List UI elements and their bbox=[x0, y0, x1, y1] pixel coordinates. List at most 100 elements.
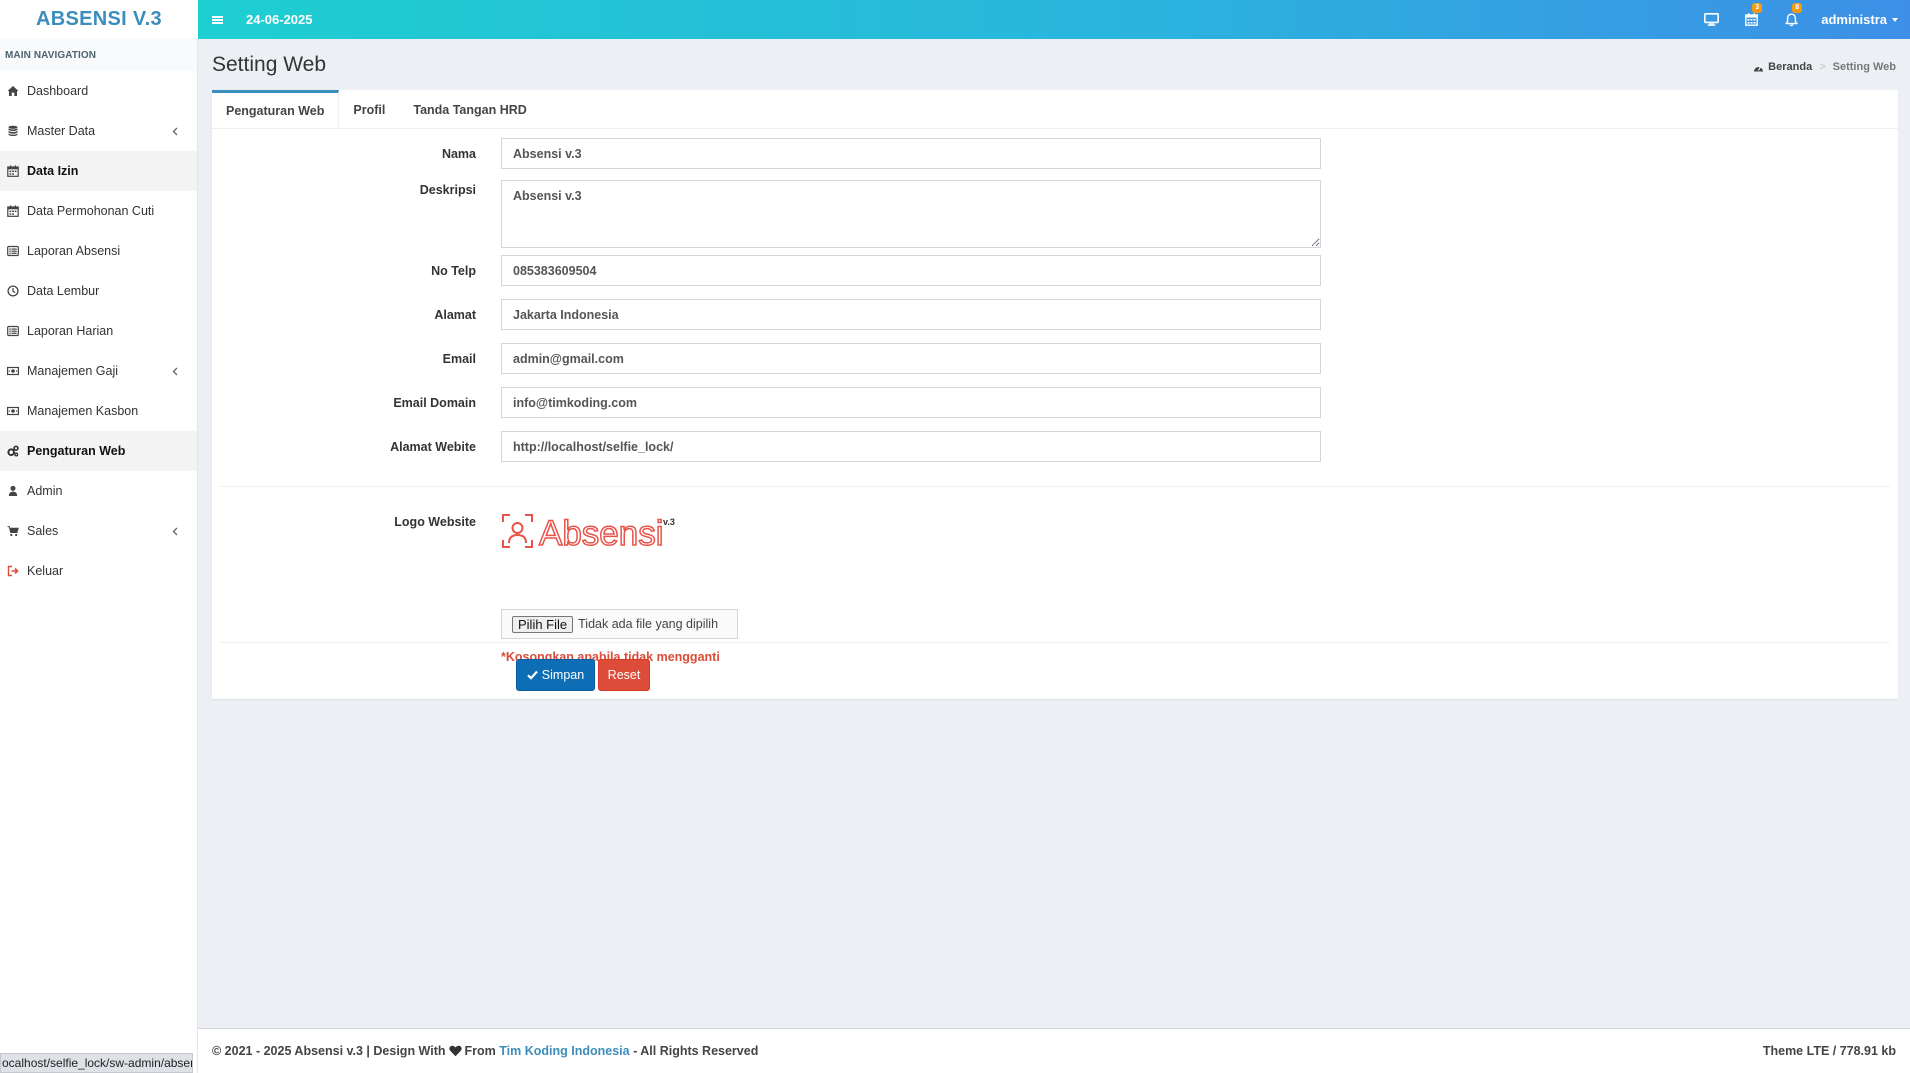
telp-input[interactable] bbox=[501, 255, 1321, 286]
top-header: ABSENSI V.3 24-06-2025 3 8 administra bbox=[0, 0, 1910, 39]
nama-input[interactable] bbox=[501, 138, 1321, 169]
choose-file-button[interactable]: Pilih File bbox=[512, 615, 574, 633]
gears-icon bbox=[6, 444, 20, 458]
bell-badge: 8 bbox=[1792, 3, 1803, 13]
footer-copyright: © 2021 - 2025 Absensi v.3 | Design With bbox=[212, 1044, 446, 1058]
sidebar-item-label: Laporan Absensi bbox=[27, 244, 121, 258]
sidebar: MAIN NAVIGATION Dashboard Master Data Da… bbox=[0, 39, 198, 1073]
breadcrumb-separator: > bbox=[1819, 61, 1826, 73]
tab-pengaturan-web[interactable]: Pengaturan Web bbox=[212, 90, 340, 129]
calendar-icon bbox=[6, 164, 20, 178]
navbar-right: 3 8 administra bbox=[1691, 0, 1910, 39]
tab-profil[interactable]: Profil bbox=[339, 90, 399, 129]
website-input[interactable] bbox=[501, 431, 1321, 462]
sidebar-item-master-data[interactable]: Master Data bbox=[0, 111, 197, 151]
sidebar-item-laporan-absensi[interactable]: Laporan Absensi bbox=[0, 231, 197, 271]
clock-icon bbox=[6, 284, 20, 298]
logo-label: Logo Website bbox=[394, 515, 476, 529]
sidebar-item-label: Dashboard bbox=[27, 84, 89, 98]
user-name: administra bbox=[1821, 12, 1887, 27]
breadcrumb: Beranda > Setting Web bbox=[1753, 61, 1896, 73]
save-button[interactable]: Simpan bbox=[516, 659, 595, 691]
sidebar-item-data-izin[interactable]: Data Izin bbox=[0, 151, 197, 191]
website-label: Alamat Webite bbox=[390, 440, 476, 454]
notification-button[interactable]: 8 bbox=[1771, 0, 1811, 39]
sidebar-item-keluar[interactable]: Keluar bbox=[0, 551, 197, 591]
reset-label: Reset bbox=[607, 668, 641, 682]
money-icon bbox=[6, 404, 20, 418]
user-icon bbox=[6, 484, 20, 498]
sidebar-item-label: Master Data bbox=[27, 124, 96, 138]
chevron-left-icon bbox=[170, 125, 180, 137]
form-divider bbox=[220, 486, 1890, 487]
calendar-notif-button[interactable]: 3 bbox=[1731, 0, 1771, 39]
check-icon bbox=[527, 670, 538, 680]
deskripsi-label: Deskripsi bbox=[419, 183, 476, 197]
alamat-input[interactable] bbox=[501, 299, 1321, 330]
chevron-left-icon bbox=[170, 525, 180, 537]
calendar-badge: 3 bbox=[1752, 3, 1763, 13]
calendar-icon bbox=[1744, 13, 1758, 26]
monitor-icon bbox=[1703, 13, 1719, 26]
alamat-label: Alamat bbox=[434, 308, 476, 322]
sidebar-item-label: Keluar bbox=[27, 564, 64, 578]
caret-down-icon bbox=[1892, 17, 1898, 22]
dashboard-icon bbox=[1754, 65, 1764, 71]
cart-icon bbox=[6, 524, 20, 538]
sidebar-item-label: Data Lembur bbox=[27, 284, 100, 298]
current-date: 24-06-2025 bbox=[246, 12, 313, 27]
sidebar-item-label: Data Permohonan Cuti bbox=[27, 204, 155, 218]
sign-out-icon bbox=[6, 564, 20, 578]
logo-version: v.3 bbox=[663, 517, 675, 527]
sidebar-item-admin[interactable]: Admin bbox=[0, 471, 197, 511]
email-domain-label: Email Domain bbox=[393, 396, 476, 410]
footer-link[interactable]: Tim Koding Indonesia bbox=[499, 1044, 629, 1058]
email-input[interactable] bbox=[501, 343, 1321, 374]
status-url-bar: ocalhost/selfie_lock/sw-admin/absensi bbox=[0, 1053, 193, 1073]
sidebar-item-data-lembur[interactable]: Data Lembur bbox=[0, 271, 197, 311]
footer-divider bbox=[220, 642, 1890, 643]
deskripsi-textarea[interactable]: Absensi v.3 bbox=[501, 180, 1321, 248]
sidebar-item-label: Data Izin bbox=[27, 164, 79, 178]
sidebar-item-data-permohonan-cuti[interactable]: Data Permohonan Cuti bbox=[0, 191, 197, 231]
nama-label: Nama bbox=[441, 147, 476, 161]
sidebar-item-label: Admin bbox=[27, 484, 63, 498]
email-domain-input[interactable] bbox=[501, 387, 1321, 418]
footer-rights: - All Rights Reserved bbox=[633, 1044, 759, 1058]
sidebar-item-manajemen-gaji[interactable]: Manajemen Gaji bbox=[0, 351, 197, 391]
list-alt-icon bbox=[6, 324, 20, 338]
user-menu[interactable]: administra bbox=[1811, 0, 1910, 39]
file-status: Tidak ada file yang dipilih bbox=[578, 617, 719, 631]
page-footer: © 2021 - 2025 Absensi v.3 | Design With … bbox=[198, 1028, 1910, 1073]
tab-tanda-tangan-hrd[interactable]: Tanda Tangan HRD bbox=[399, 90, 540, 129]
email-label: Email bbox=[442, 352, 476, 366]
home-icon bbox=[6, 84, 20, 98]
logo-text: Absensi bbox=[539, 514, 664, 553]
settings-box: Pengaturan Web Profil Tanda Tangan HRD N… bbox=[212, 90, 1898, 699]
heart-icon bbox=[448, 1045, 462, 1057]
money-icon bbox=[6, 364, 20, 378]
sidebar-toggle-button[interactable] bbox=[198, 0, 236, 39]
sidebar-item-manajemen-kasbon[interactable]: Manajemen Kasbon bbox=[0, 391, 197, 431]
menu-icon bbox=[211, 18, 223, 21]
sidebar-item-pengaturan-web[interactable]: Pengaturan Web bbox=[0, 431, 197, 471]
monitor-button[interactable] bbox=[1691, 0, 1731, 39]
bell-icon bbox=[1785, 13, 1798, 26]
telp-label: No Telp bbox=[431, 264, 476, 278]
sidebar-item-sales[interactable]: Sales bbox=[0, 511, 197, 551]
file-input[interactable]: Pilih File Tidak ada file yang dipilih bbox=[501, 609, 738, 639]
website-logo: Absensi v.3 bbox=[501, 513, 701, 554]
reset-button[interactable]: Reset bbox=[598, 659, 650, 691]
sidebar-section-title: MAIN NAVIGATION bbox=[0, 39, 197, 71]
sidebar-item-label: Laporan Harian bbox=[27, 324, 114, 338]
database-icon bbox=[6, 124, 20, 138]
save-label: Simpan bbox=[541, 668, 585, 682]
calendar-icon bbox=[6, 204, 20, 218]
sidebar-item-laporan-harian[interactable]: Laporan Harian bbox=[0, 311, 197, 351]
brand-logo[interactable]: ABSENSI V.3 bbox=[0, 0, 198, 39]
page-title: Setting Web bbox=[212, 53, 327, 76]
sidebar-item-dashboard[interactable]: Dashboard bbox=[0, 71, 197, 111]
breadcrumb-home[interactable]: Beranda bbox=[1768, 61, 1812, 73]
breadcrumb-current: Setting Web bbox=[1832, 61, 1896, 73]
content-wrapper: Setting Web Beranda > Setting Web Pengat… bbox=[198, 39, 1910, 1028]
